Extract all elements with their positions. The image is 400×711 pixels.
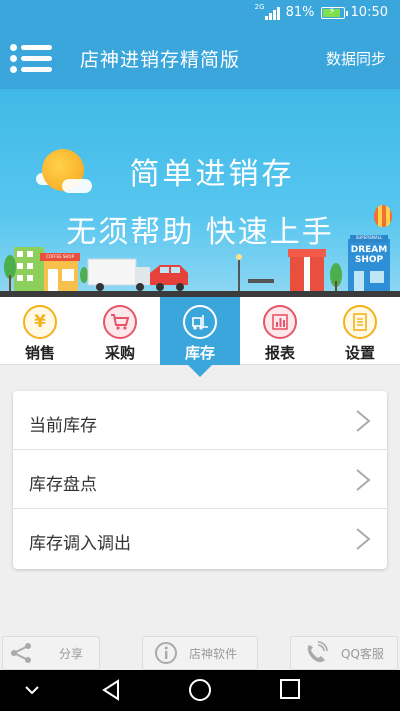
signal-icon: 2G <box>255 3 280 20</box>
back-icon[interactable] <box>100 678 122 702</box>
phone-icon <box>291 641 341 665</box>
status-bar: 2G 81% ⚡ 10:50 <box>0 0 400 27</box>
promo-banner: 简单进销存 无须帮助 快速上手 SUPERSMALL DREAM SHOP CO… <box>0 89 400 297</box>
shop-top-sign: SUPERSMALL <box>350 235 388 242</box>
tab-settings[interactable]: 设置 <box>320 297 400 365</box>
menu-item-label: 库存调入调出 <box>29 534 131 554</box>
app-header: 店神进销存精简版 数据同步 <box>0 27 400 89</box>
tab-inventory[interactable]: 库存 <box>160 297 240 377</box>
tab-inventory-label: 库存 <box>184 344 215 362</box>
qq-support-button[interactable]: QQ客服 <box>290 636 398 670</box>
menu-item-stocktake[interactable]: 库存盘点 <box>13 450 387 509</box>
inventory-menu: 当前库存 库存盘点 库存调入调出 <box>13 391 387 569</box>
tab-purchase[interactable]: 采购 <box>80 297 160 365</box>
share-icon <box>3 641 39 665</box>
menu-item-label: 库存盘点 <box>29 475 97 495</box>
data-sync-button[interactable]: 数据同步 <box>326 48 386 69</box>
home-icon[interactable] <box>188 678 212 702</box>
bar-chart-icon <box>263 305 297 339</box>
tab-reports[interactable]: 报表 <box>240 297 320 365</box>
share-label: 分享 <box>59 646 84 661</box>
module-tab-bar: ¥ 销售 采购 库存 报表 设置 <box>0 297 400 377</box>
network-type: 2G <box>254 2 265 11</box>
menu-item-current-stock[interactable]: 当前库存 <box>13 391 387 450</box>
city-illustration <box>4 239 390 293</box>
menu-item-label: 当前库存 <box>29 416 97 436</box>
app-title: 店神进销存精简版 <box>80 49 241 71</box>
dream-shop-sign: DREAM SHOP <box>350 245 388 265</box>
recent-apps-icon[interactable] <box>279 678 301 700</box>
info-icon <box>143 641 189 665</box>
about-software-button[interactable]: 店神软件 <box>142 636 258 670</box>
chevron-right-icon <box>356 469 371 491</box>
yen-icon: ¥ <box>23 305 57 339</box>
qq-support-label: QQ客服 <box>341 646 384 661</box>
tab-purchase-label: 采购 <box>104 344 135 362</box>
chevron-right-icon <box>356 528 371 550</box>
battery-percent: 81% <box>285 5 315 20</box>
system-nav-bar <box>0 670 400 711</box>
tab-reports-label: 报表 <box>264 344 295 362</box>
share-button[interactable]: 分享 <box>2 636 100 670</box>
about-software-label: 店神软件 <box>189 646 238 661</box>
chevron-down-icon[interactable] <box>24 684 40 696</box>
tab-settings-label: 设置 <box>344 344 375 362</box>
tab-sales-label: 销售 <box>24 344 55 362</box>
coffee-shop-sign: COFFEE SHOP <box>46 254 74 259</box>
forklift-icon <box>183 305 217 339</box>
bottom-action-bar: 分享 店神软件 QQ客服 <box>0 630 400 670</box>
battery-icon: ⚡ <box>320 6 348 19</box>
cart-icon <box>103 305 137 339</box>
clock: 10:50 <box>350 5 388 20</box>
tab-sales[interactable]: ¥ 销售 <box>0 297 80 365</box>
chevron-right-icon <box>356 410 371 432</box>
menu-item-stock-transfer[interactable]: 库存调入调出 <box>13 509 387 568</box>
menu-icon[interactable] <box>10 42 52 74</box>
document-icon <box>343 305 377 339</box>
